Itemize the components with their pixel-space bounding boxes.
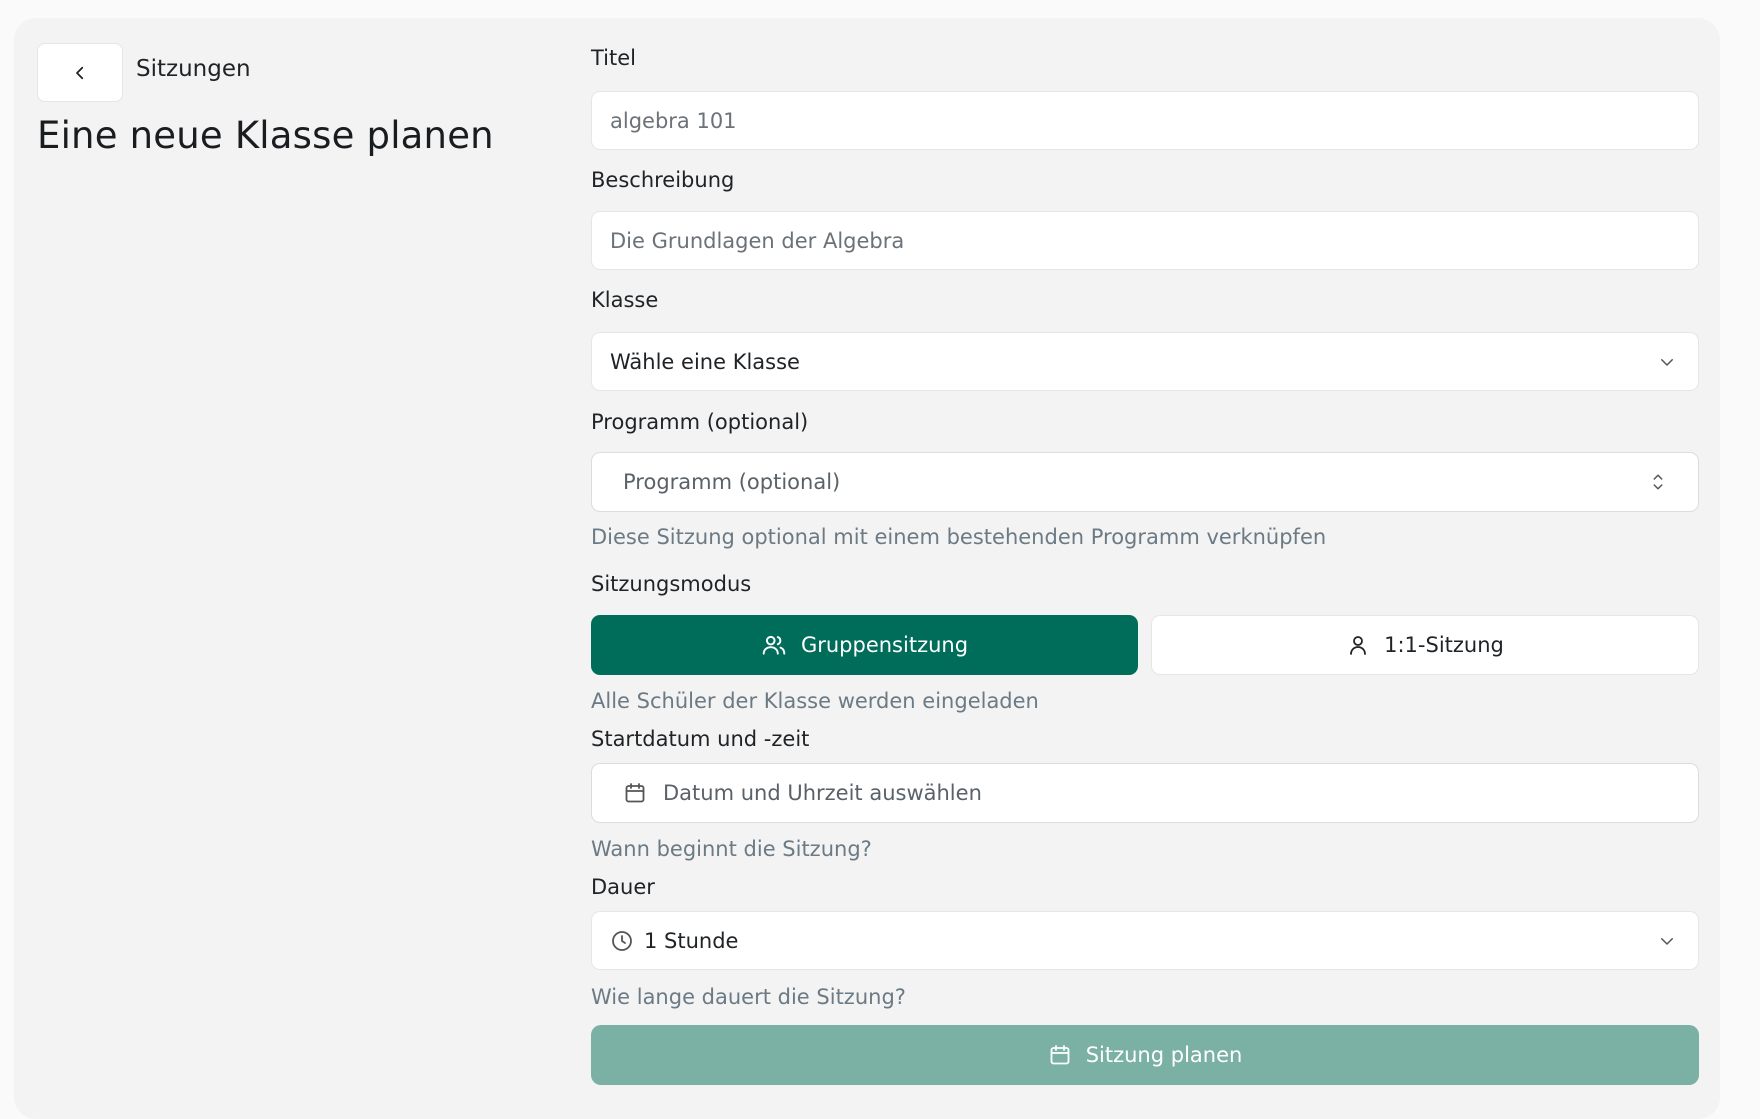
start-placeholder: Datum und Uhrzeit auswählen xyxy=(663,781,982,805)
start-datetime-input[interactable]: Datum und Uhrzeit auswählen xyxy=(591,763,1699,823)
start-label: Startdatum und -zeit xyxy=(591,727,810,751)
title-input[interactable]: algebra 101 xyxy=(591,91,1699,150)
schedule-session-label: Sitzung planen xyxy=(1085,1043,1243,1067)
program-label: Programm (optional) xyxy=(591,410,809,434)
mode-one-on-one-button[interactable]: 1:1-Sitzung xyxy=(1151,615,1699,675)
description-placeholder: Die Grundlagen der Algebra xyxy=(610,228,905,253)
start-hint: Wann beginnt die Sitzung? xyxy=(591,837,872,861)
schedule-session-button[interactable]: Sitzung planen xyxy=(591,1025,1699,1085)
mode-label: Sitzungsmodus xyxy=(591,572,752,596)
back-button[interactable] xyxy=(37,43,123,102)
chevron-down-icon xyxy=(1658,932,1676,950)
mode-group-label: Gruppensitzung xyxy=(800,633,969,657)
program-placeholder: Programm (optional) xyxy=(623,470,841,494)
mode-group-button[interactable]: Gruppensitzung xyxy=(591,615,1138,675)
duration-value: 1 Stunde xyxy=(644,928,739,953)
class-select[interactable]: Wähle eine Klasse xyxy=(591,332,1699,391)
program-select[interactable]: Programm (optional) xyxy=(591,452,1699,512)
duration-hint: Wie lange dauert die Sitzung? xyxy=(591,985,906,1009)
clock-icon xyxy=(610,929,634,953)
calendar-icon xyxy=(1048,1043,1072,1067)
program-hint: Diese Sitzung optional mit einem bestehe… xyxy=(591,525,1327,549)
duration-select[interactable]: 1 Stunde xyxy=(591,911,1699,970)
breadcrumb[interactable]: Sitzungen xyxy=(136,56,251,82)
user-icon xyxy=(1346,633,1370,657)
description-input[interactable]: Die Grundlagen der Algebra xyxy=(591,211,1699,270)
page-title: Eine neue Klasse planen xyxy=(37,114,494,157)
chevron-updown-icon xyxy=(1649,471,1667,493)
mode-hint: Alle Schüler der Klasse werden eingelade… xyxy=(591,689,1039,713)
chevron-down-icon xyxy=(1658,353,1676,371)
title-label: Titel xyxy=(591,46,637,70)
duration-label: Dauer xyxy=(591,875,655,899)
title-placeholder: algebra 101 xyxy=(610,108,737,133)
class-label: Klasse xyxy=(591,288,659,312)
users-icon xyxy=(761,632,787,658)
calendar-icon xyxy=(623,781,647,805)
class-select-value: Wähle eine Klasse xyxy=(610,349,800,374)
mode-one-on-one-label: 1:1-Sitzung xyxy=(1384,633,1504,657)
chevron-left-icon xyxy=(71,64,89,82)
description-label: Beschreibung xyxy=(591,168,735,192)
